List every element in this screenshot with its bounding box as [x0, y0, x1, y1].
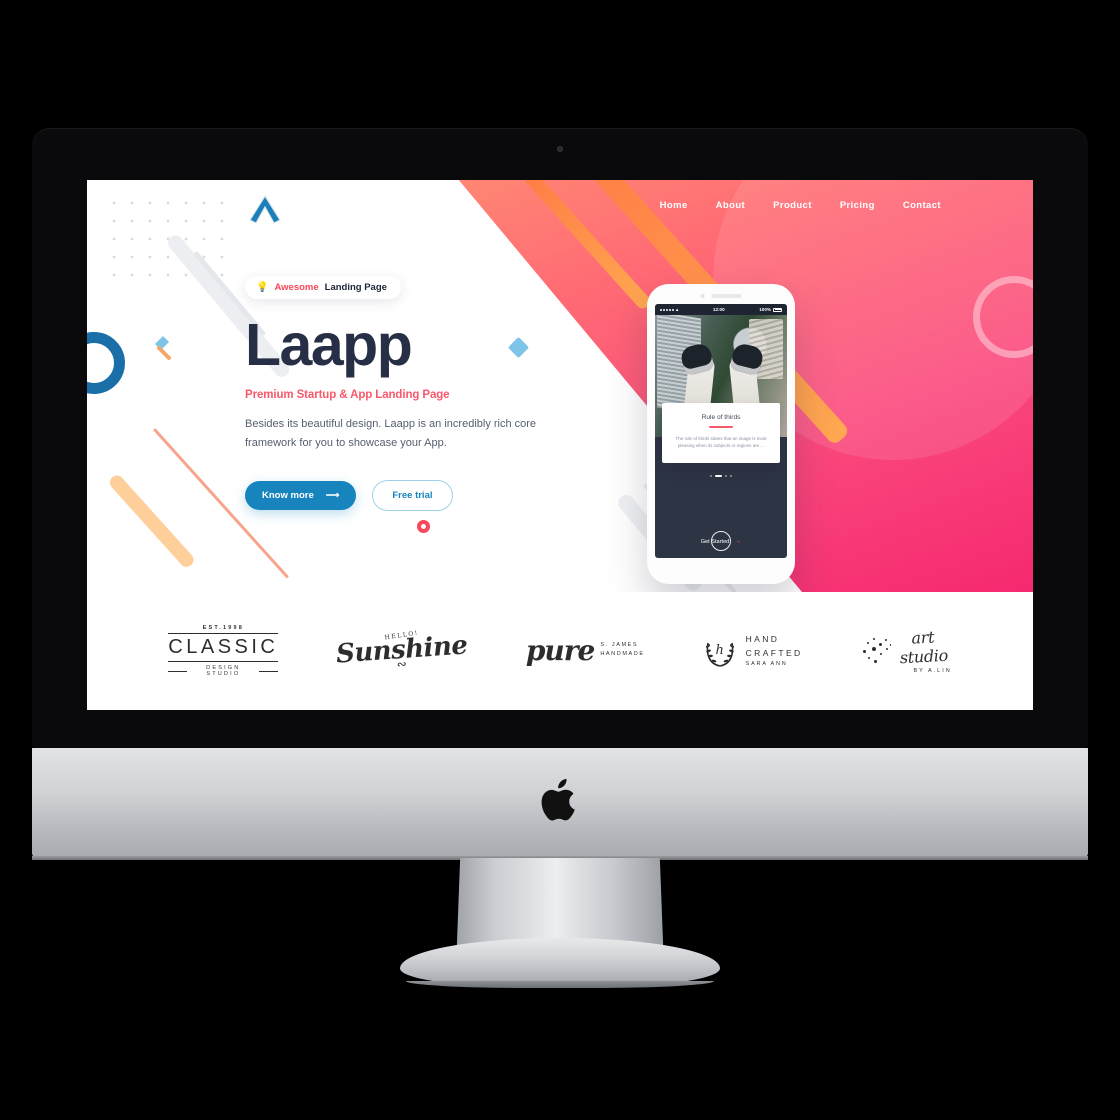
logo-hello-sunshine: HELLO! Sunshine ∾ [335, 629, 468, 671]
orange-bar-decoration [107, 472, 197, 570]
phone-speaker-group [700, 294, 742, 298]
hero-subtitle: Premium Startup & App Landing Page [245, 389, 450, 402]
phone-screen: ▴ 12:00 100% Rule of thirds The rule of … [655, 304, 787, 558]
phone-mockup: ▴ 12:00 100% Rule of thirds The rule of … [647, 284, 795, 584]
home-button-icon[interactable] [711, 531, 731, 551]
logo-hand-crafted-sara-ann: h HAND CRAFTED SARA ANN [703, 633, 803, 669]
site-header: Home About Product Pricing Contact [87, 180, 1033, 242]
carousel-dot-active[interactable] [715, 475, 722, 478]
nav-item-product[interactable]: Product [773, 200, 812, 211]
badge-text: Landing Page [324, 282, 387, 293]
logo-classic-design-studio: EST.1998 CLASSIC DESIGN STUDIO [168, 625, 279, 677]
card-description: The rule of thirds states that an image … [675, 435, 767, 449]
logo-line-2: HANDMADE [600, 651, 645, 658]
wifi-icon: ▴ [676, 306, 679, 312]
carousel-dots[interactable] [655, 475, 787, 478]
nav-item-contact[interactable]: Contact [903, 200, 941, 211]
nav-item-pricing[interactable]: Pricing [840, 200, 875, 211]
badge-accent-text: Awesome [274, 282, 319, 293]
imac-stand-foot [400, 938, 720, 988]
webcam-dot-icon [557, 146, 563, 152]
logo-line-2: CRAFTED [745, 647, 803, 658]
nav-item-about[interactable]: About [716, 200, 745, 211]
red-circle-outline [417, 520, 430, 533]
hero-paragraph: Besides its beautiful design. Laapp is a… [245, 418, 537, 450]
app-info-card: Rule of thirds The rule of thirds states… [662, 403, 780, 464]
page-title: Laapp [245, 312, 413, 378]
battery-percent-label: 100% [759, 307, 771, 312]
arrow-right-icon: ⟶ [325, 489, 340, 501]
blue-circle-outline [87, 332, 125, 394]
logo-art-studio-by-a-lin: art studio BY A.LIN [861, 627, 952, 674]
display-screen: Home About Product Pricing Contact 💡 Awe… [87, 180, 1033, 710]
dot-cluster-icon [861, 636, 892, 666]
carousel-dot[interactable] [730, 475, 732, 478]
nav-item-home[interactable]: Home [660, 200, 688, 211]
website-hero-page: Home About Product Pricing Contact 💡 Awe… [87, 180, 1033, 710]
pin-heart-decoration [155, 336, 171, 360]
logo-est-text: EST.1998 [202, 625, 245, 631]
phone-earpiece-icon [711, 294, 742, 298]
battery-icon [773, 307, 782, 312]
hero-button-group: Know more ⟶ Free trial [245, 479, 545, 511]
phone-status-bar: ▴ 12:00 100% [655, 304, 787, 315]
status-time: 12:00 [712, 307, 725, 312]
signal-icon [660, 308, 674, 311]
card-divider [709, 426, 733, 428]
carousel-dot[interactable] [725, 475, 727, 478]
logo-sub-text: DESIGN STUDIO [206, 665, 241, 677]
main-navigation[interactable]: Home About Product Pricing Contact [660, 200, 941, 211]
carousel-dot[interactable] [710, 475, 712, 478]
hero-content: 💡 Awesome Landing Page Laapp Premium Sta… [245, 276, 545, 511]
wreath-icon: h [703, 634, 737, 668]
phone-camera-icon [700, 294, 705, 298]
lightbulb-icon: 💡 [256, 281, 269, 293]
logo-main-text: art studio [899, 627, 949, 668]
status-right: 100% [759, 307, 782, 312]
logo-main-text: pure [525, 634, 596, 668]
hero-badge: 💡 Awesome Landing Page [245, 276, 401, 299]
logo-line-1: HAND [745, 634, 780, 644]
logo-line-1: S. JAMES [600, 641, 639, 648]
apple-logo-icon [536, 772, 584, 828]
status-left: ▴ [660, 307, 678, 313]
logo-by-text: BY A.LIN [913, 668, 952, 674]
logo-main-text: CLASSIC [168, 633, 279, 662]
laapp-chevron-logo-icon[interactable] [245, 192, 285, 226]
client-logos-strip: EST.1998 CLASSIC DESIGN STUDIO HELLO! Su… [87, 592, 1033, 710]
screenshot-stage: Home About Product Pricing Contact 💡 Awe… [0, 0, 1120, 1120]
imac-display-bezel: Home About Product Pricing Contact 💡 Awe… [32, 128, 1088, 748]
know-more-button[interactable]: Know more ⟶ [245, 480, 357, 510]
free-trial-button[interactable]: Free trial [372, 479, 453, 511]
know-more-label: Know more [262, 489, 314, 501]
arrow-right-icon: → [734, 538, 742, 545]
logo-line-3: SARA ANN [745, 661, 788, 668]
imac-chin [32, 748, 1088, 858]
logo-pure-s-james: pure S. JAMES HANDMADE [525, 634, 645, 668]
card-title: Rule of thirds [701, 414, 741, 421]
